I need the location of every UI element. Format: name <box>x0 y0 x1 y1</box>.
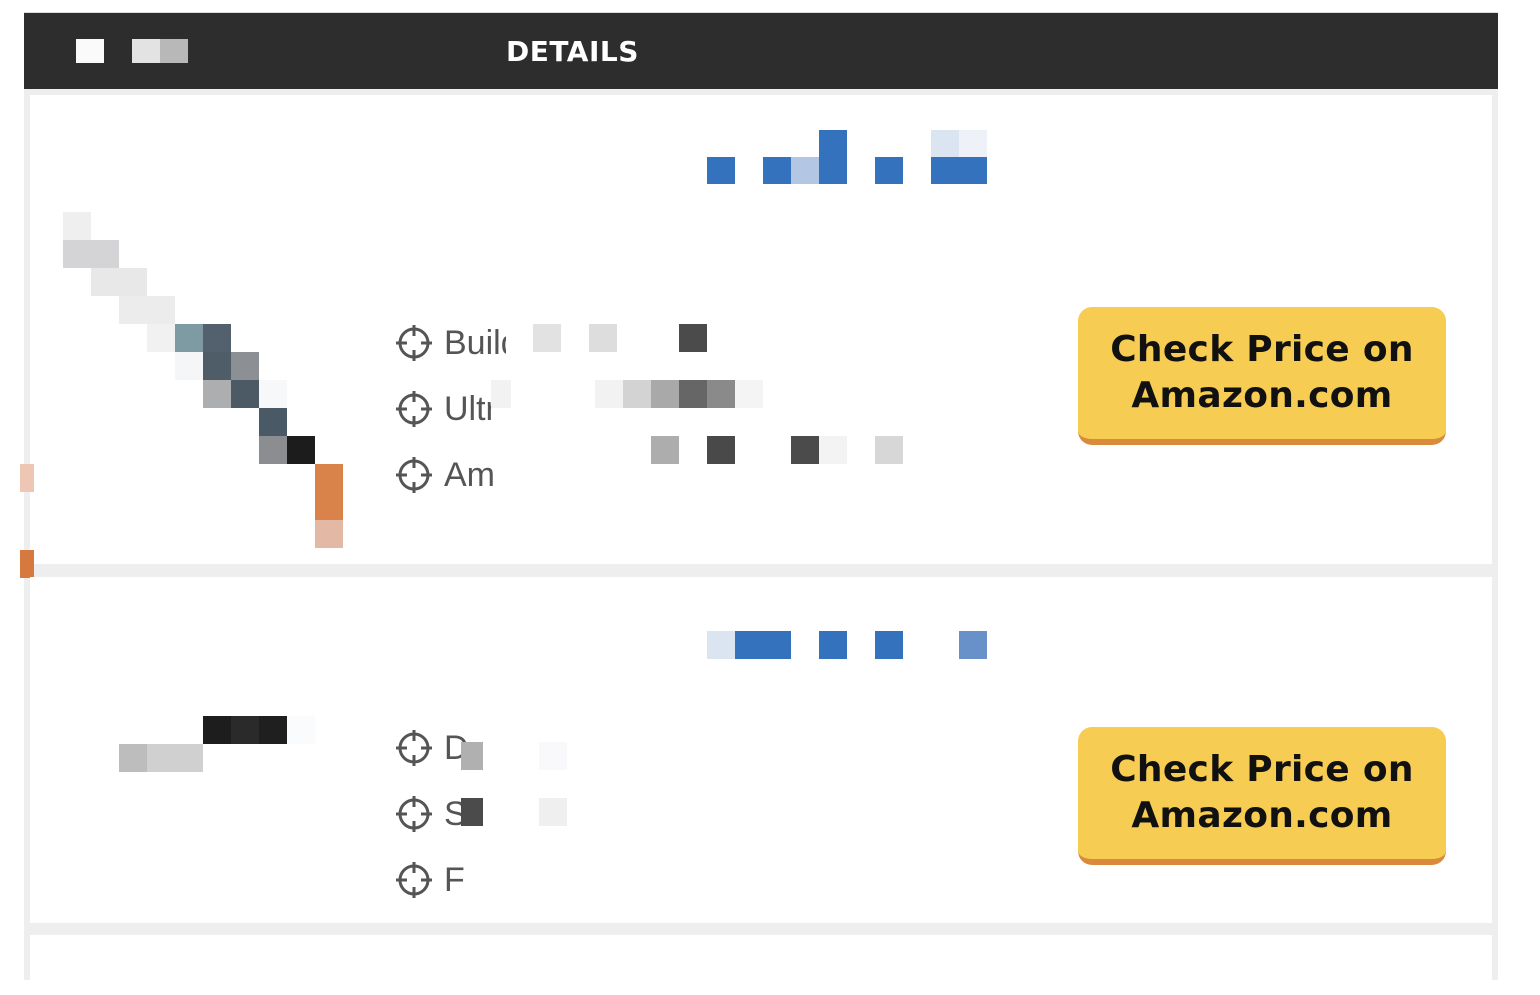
product-card-2: D S F Check Price on Amazon.com <box>30 577 1492 923</box>
feature-text: Ultr <box>444 389 497 428</box>
feature-list: D S F <box>394 715 469 913</box>
details-panel: DETAILS Buil Ultr Am Check Price on Amaz… <box>20 12 1498 995</box>
feature-item: D <box>394 715 469 781</box>
target-icon <box>396 325 432 361</box>
header-blurred-label-part <box>160 39 188 63</box>
target-icon <box>396 457 432 493</box>
feature-text: F <box>444 860 465 899</box>
feature-item: Am <box>394 442 506 508</box>
header-blurred-label <box>132 39 160 63</box>
feature-item: F <box>394 847 469 913</box>
details-header: DETAILS <box>24 13 1498 89</box>
feature-text: Am <box>444 455 495 494</box>
feature-text: Build for the trail <box>444 323 506 362</box>
target-icon <box>396 796 432 832</box>
check-price-button[interactable]: Check Price on Amazon.com <box>1078 307 1446 445</box>
header-blurred-icon <box>76 39 104 63</box>
button-line-2: Amazon.com <box>1131 795 1393 836</box>
target-icon <box>396 862 432 898</box>
target-icon <box>396 730 432 766</box>
product-card-3 <box>30 935 1492 995</box>
button-line-2: Amazon.com <box>1131 375 1393 416</box>
header-title: DETAILS <box>506 35 639 68</box>
feature-item: Build for the trail <box>394 310 506 376</box>
button-line-1: Check Price on <box>1110 749 1414 790</box>
feature-item: S <box>394 781 469 847</box>
target-icon <box>396 391 432 427</box>
feature-item: Ultr <box>394 376 506 442</box>
product-card-1: Build for the trail Ultr <box>20 95 1492 578</box>
feature-list: Build for the trail Ultr <box>394 310 506 508</box>
button-line-1: Check Price on <box>1110 329 1414 370</box>
check-price-button[interactable]: Check Price on Amazon.com <box>1078 727 1446 865</box>
